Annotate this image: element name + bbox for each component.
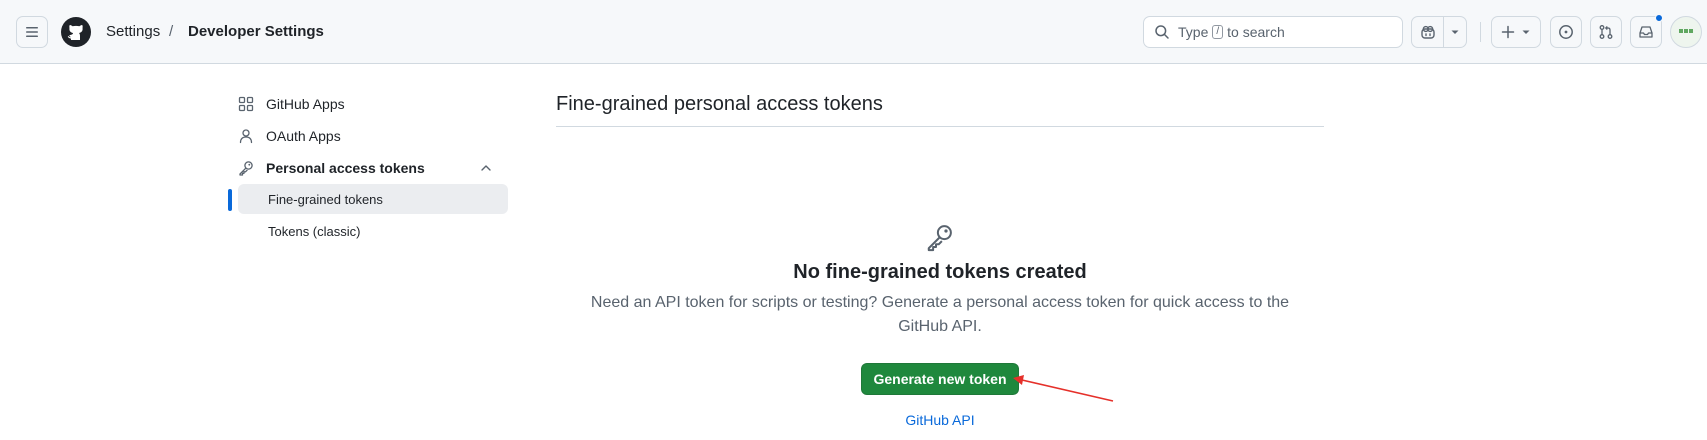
copilot-button[interactable] — [1412, 17, 1444, 47]
pull-requests-button[interactable] — [1590, 16, 1622, 48]
issues-button[interactable] — [1550, 16, 1582, 48]
sidebar-item-personal-access-tokens[interactable]: Personal access tokens — [238, 153, 508, 183]
search-placeholder-prefix: Type — [1178, 24, 1209, 40]
sidebar-item-label: OAuth Apps — [266, 128, 341, 144]
github-api-link-text[interactable]: GitHub API — [905, 412, 974, 428]
breadcrumb-developer-settings[interactable]: Developer Settings — [188, 22, 324, 42]
person-icon — [239, 129, 253, 144]
notification-indicator — [1655, 14, 1663, 22]
issue-opened-icon — [1559, 25, 1573, 39]
breadcrumb-separator: / — [169, 23, 174, 40]
sidebar-subitem-fine-grained-tokens[interactable]: Fine-grained tokens — [238, 184, 508, 214]
create-new-button[interactable] — [1491, 16, 1541, 48]
sidebar-item-oauth-apps[interactable]: OAuth Apps — [238, 121, 508, 151]
github-logo-icon[interactable] — [60, 16, 92, 48]
chevron-up-icon[interactable] — [480, 162, 492, 174]
inbox-icon — [1639, 26, 1653, 38]
sidebar-item-label: Personal access tokens — [266, 160, 425, 176]
sidebar-item-github-apps[interactable]: GitHub Apps — [238, 89, 508, 119]
generate-new-token-button[interactable]: Generate new token — [861, 363, 1019, 395]
blankslate-description: Need an API token for scripts or testing… — [590, 294, 1290, 335]
breadcrumb-settings[interactable]: Settings — [106, 22, 160, 42]
git-pull-request-icon — [1599, 25, 1613, 39]
identicon-icon — [1679, 29, 1693, 33]
app-header: Settings / Developer Settings Type / to … — [0, 0, 1707, 64]
sidebar-subitem-label: Tokens (classic) — [268, 223, 361, 239]
avatar[interactable] — [1670, 16, 1702, 48]
key-icon — [239, 161, 253, 176]
sidebar-item-label: GitHub Apps — [266, 96, 345, 112]
blankslate-heading: No fine-grained tokens created — [793, 261, 1087, 283]
copilot-button-group — [1411, 16, 1467, 48]
triangle-down-icon — [1522, 30, 1530, 34]
apps-icon — [238, 96, 254, 112]
copilot-dropdown-button[interactable] — [1444, 17, 1466, 47]
plus-icon — [1501, 25, 1515, 39]
annotation-arrow — [1013, 375, 1114, 402]
copilot-icon — [1420, 25, 1435, 39]
key-icon — [927, 225, 952, 252]
menu-button[interactable] — [16, 16, 48, 48]
search-shortcut-key: / — [1212, 25, 1224, 39]
github-api-link: GitHub API — [556, 412, 1324, 428]
page-title: Fine-grained personal access tokens — [556, 93, 883, 115]
search-placeholder-suffix: to search — [1227, 24, 1285, 40]
triangle-down-icon — [1451, 30, 1459, 34]
hamburger-icon — [26, 27, 38, 37]
sidebar-subitem-tokens-classic[interactable]: Tokens (classic) — [238, 216, 508, 246]
title-divider — [556, 126, 1324, 127]
header-divider — [1480, 22, 1481, 42]
search-icon — [1155, 25, 1169, 39]
search-input[interactable]: Type / to search — [1143, 16, 1403, 48]
sidebar-subitem-label: Fine-grained tokens — [268, 191, 383, 207]
active-indicator — [228, 189, 232, 211]
